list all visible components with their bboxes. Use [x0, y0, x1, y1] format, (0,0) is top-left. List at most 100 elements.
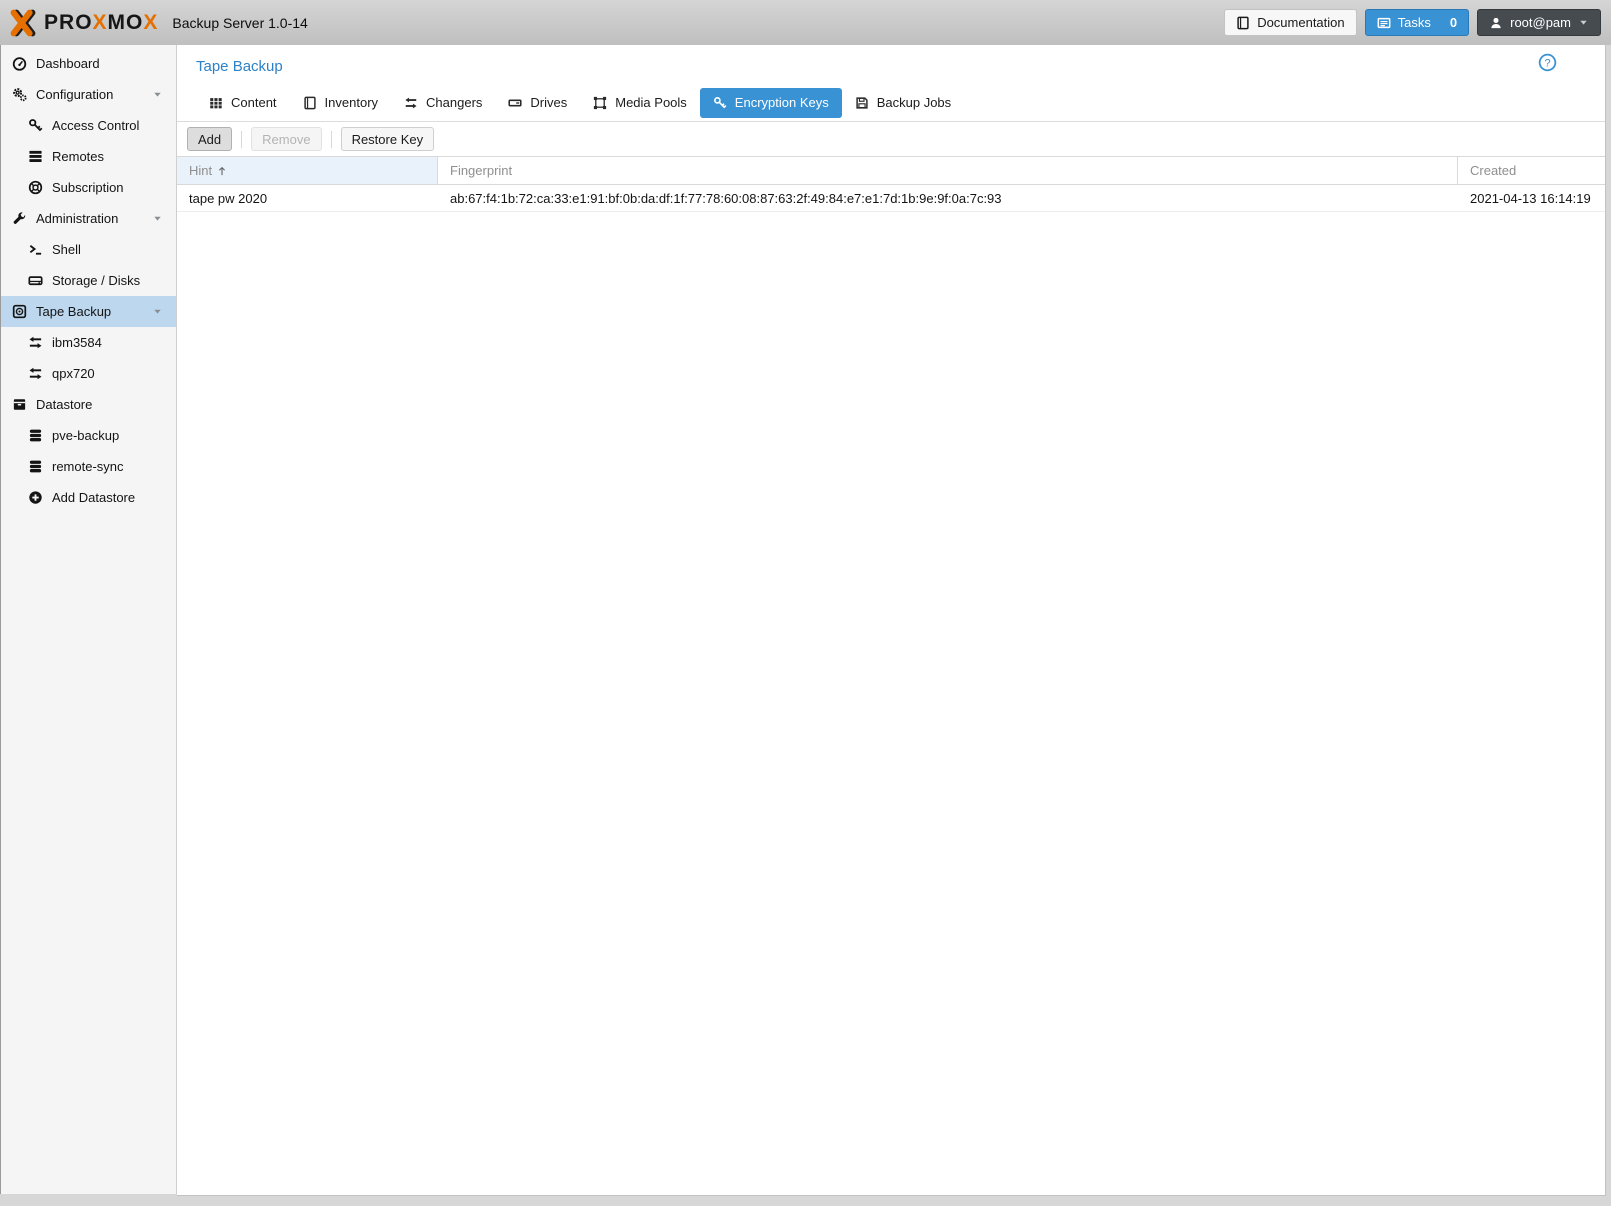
tab-media-pools[interactable]: Media Pools: [580, 88, 700, 118]
chevron-down-icon: [1578, 17, 1589, 28]
remove-button[interactable]: Remove: [251, 127, 321, 151]
expander-caret-icon[interactable]: [152, 213, 163, 224]
proxmox-logo: PROXMOX: [8, 8, 158, 38]
tab-label: Inventory: [325, 95, 378, 110]
tab-label: Changers: [426, 95, 482, 110]
sidebar-item-tape-backup[interactable]: Tape Backup: [1, 296, 176, 327]
bars-icon: [28, 149, 43, 164]
table-row[interactable]: tape pw 2020ab:67:f4:1b:72:ca:33:e1:91:b…: [177, 185, 1605, 212]
sidebar-item-datastore[interactable]: Datastore: [1, 389, 176, 420]
sidebar-item-label: Add Datastore: [52, 490, 135, 505]
app-header: PROXMOX Backup Server 1.0-14 Documentati…: [0, 0, 1611, 45]
user-icon: [1489, 16, 1503, 30]
floppy-icon: [855, 96, 869, 110]
table-header-row: Hint Fingerprint Created: [177, 157, 1605, 185]
sidebar-item-label: Remotes: [52, 149, 104, 164]
encryption-keys-table: Hint Fingerprint Created tape pw 2020ab:67…: [177, 156, 1605, 212]
sidebar-item-remotes[interactable]: Remotes: [1, 141, 176, 172]
tab-label: Encryption Keys: [735, 95, 829, 110]
tape-icon: [12, 304, 27, 319]
sidebar-item-label: Shell: [52, 242, 81, 257]
tab-inventory[interactable]: Inventory: [290, 88, 391, 118]
tab-backup-jobs[interactable]: Backup Jobs: [842, 88, 964, 118]
sidebar-item-ibm3584[interactable]: ibm3584: [1, 327, 176, 358]
tab-label: Content: [231, 95, 277, 110]
terminal-icon: [28, 242, 43, 257]
sidebar-item-pve-backup[interactable]: pve-backup: [1, 420, 176, 451]
page-title-row: Tape Backup ?: [177, 45, 1605, 84]
svg-text:?: ?: [1544, 57, 1550, 69]
table-body: tape pw 2020ab:67:f4:1b:72:ca:33:e1:91:b…: [177, 185, 1605, 212]
tab-changers[interactable]: Changers: [391, 88, 495, 118]
cell-hint: tape pw 2020: [177, 185, 438, 211]
documentation-button-label: Documentation: [1257, 15, 1344, 30]
tasks-count-badge: 0: [1450, 15, 1457, 30]
column-header-created[interactable]: Created: [1458, 157, 1605, 184]
wrench-icon: [12, 211, 27, 226]
sidebar-item-configuration[interactable]: Configuration: [1, 79, 176, 110]
dashboard-icon: [12, 56, 27, 71]
column-header-label: Created: [1470, 163, 1516, 178]
app-root: PROXMOX Backup Server 1.0-14 Documentati…: [0, 0, 1611, 1206]
sidebar-item-label: pve-backup: [52, 428, 119, 443]
sidebar-item-label: remote-sync: [52, 459, 124, 474]
column-header-fingerprint[interactable]: Fingerprint: [438, 157, 1458, 184]
sidebar-item-add-datastore[interactable]: Add Datastore: [1, 482, 176, 513]
help-icon[interactable]: ?: [1538, 53, 1557, 72]
sidebar-item-label: Datastore: [36, 397, 92, 412]
sidebar-item-label: Subscription: [52, 180, 124, 195]
book-icon: [303, 96, 317, 110]
sidebar-item-label: Storage / Disks: [52, 273, 140, 288]
user-menu-label: root@pam: [1510, 15, 1571, 30]
proxmox-logo-text: PROXMOX: [44, 11, 158, 35]
exchange-icon: [404, 96, 418, 110]
sidebar-item-access-control[interactable]: Access Control: [1, 110, 176, 141]
expander-caret-icon[interactable]: [152, 306, 163, 317]
tasks-button[interactable]: Tasks 0: [1365, 9, 1469, 36]
sidebar-item-label: Access Control: [52, 118, 139, 133]
main-panel: Tape Backup ? Content Inventory Changers Dr…: [177, 45, 1606, 1196]
expander-caret-icon[interactable]: [152, 89, 163, 100]
product-title: Backup Server 1.0-14: [172, 15, 307, 31]
sidebar-item-shell[interactable]: Shell: [1, 234, 176, 265]
sidebar-item-qpx720[interactable]: qpx720: [1, 358, 176, 389]
column-header-label: Fingerprint: [450, 163, 512, 178]
sidebar-item-label: qpx720: [52, 366, 95, 381]
column-header-hint[interactable]: Hint: [177, 157, 438, 184]
archive-icon: [12, 397, 27, 412]
column-header-label: Hint: [189, 163, 212, 178]
database-icon: [28, 459, 43, 474]
drive-icon: [508, 96, 522, 110]
sidebar-item-storage-disks[interactable]: Storage / Disks: [1, 265, 176, 296]
header-actions: Documentation Tasks 0 root@pam: [1224, 9, 1601, 36]
key-icon: [28, 118, 43, 133]
sidebar-item-remote-sync[interactable]: remote-sync: [1, 451, 176, 482]
tab-content[interactable]: Content: [196, 88, 290, 118]
tab-label: Drives: [530, 95, 567, 110]
tab-drives[interactable]: Drives: [495, 88, 580, 118]
sidebar-item-dashboard[interactable]: Dashboard: [1, 48, 176, 79]
object-group-icon: [593, 96, 607, 110]
tab-label: Backup Jobs: [877, 95, 951, 110]
sidebar-item-label: Administration: [36, 211, 118, 226]
sidebar-item-administration[interactable]: Administration: [1, 203, 176, 234]
toolbar: Add Remove Restore Key: [177, 122, 1605, 156]
sidebar-item-subscription[interactable]: Subscription: [1, 172, 176, 203]
exchange-icon: [28, 366, 43, 381]
th-icon: [209, 96, 223, 110]
key-icon: [713, 96, 727, 110]
tab-encryption-keys[interactable]: Encryption Keys: [700, 88, 842, 118]
sidebar-item-label: Tape Backup: [36, 304, 111, 319]
page-title: Tape Backup: [196, 58, 283, 75]
user-menu-button[interactable]: root@pam: [1477, 9, 1601, 36]
hdd-icon: [28, 273, 43, 288]
add-button[interactable]: Add: [187, 127, 232, 151]
plus-circle-icon: [28, 490, 43, 505]
toolbar-separator: [331, 131, 332, 148]
cell-fingerprint: ab:67:f4:1b:72:ca:33:e1:91:bf:0b:da:df:1…: [438, 185, 1458, 211]
tab-bar: Content Inventory Changers Drives Media Pool…: [177, 84, 1605, 122]
sidebar-item-label: Configuration: [36, 87, 113, 102]
restore-key-button[interactable]: Restore Key: [341, 127, 435, 151]
cell-created: 2021-04-13 16:14:19: [1458, 185, 1605, 211]
documentation-button[interactable]: Documentation: [1224, 9, 1356, 36]
